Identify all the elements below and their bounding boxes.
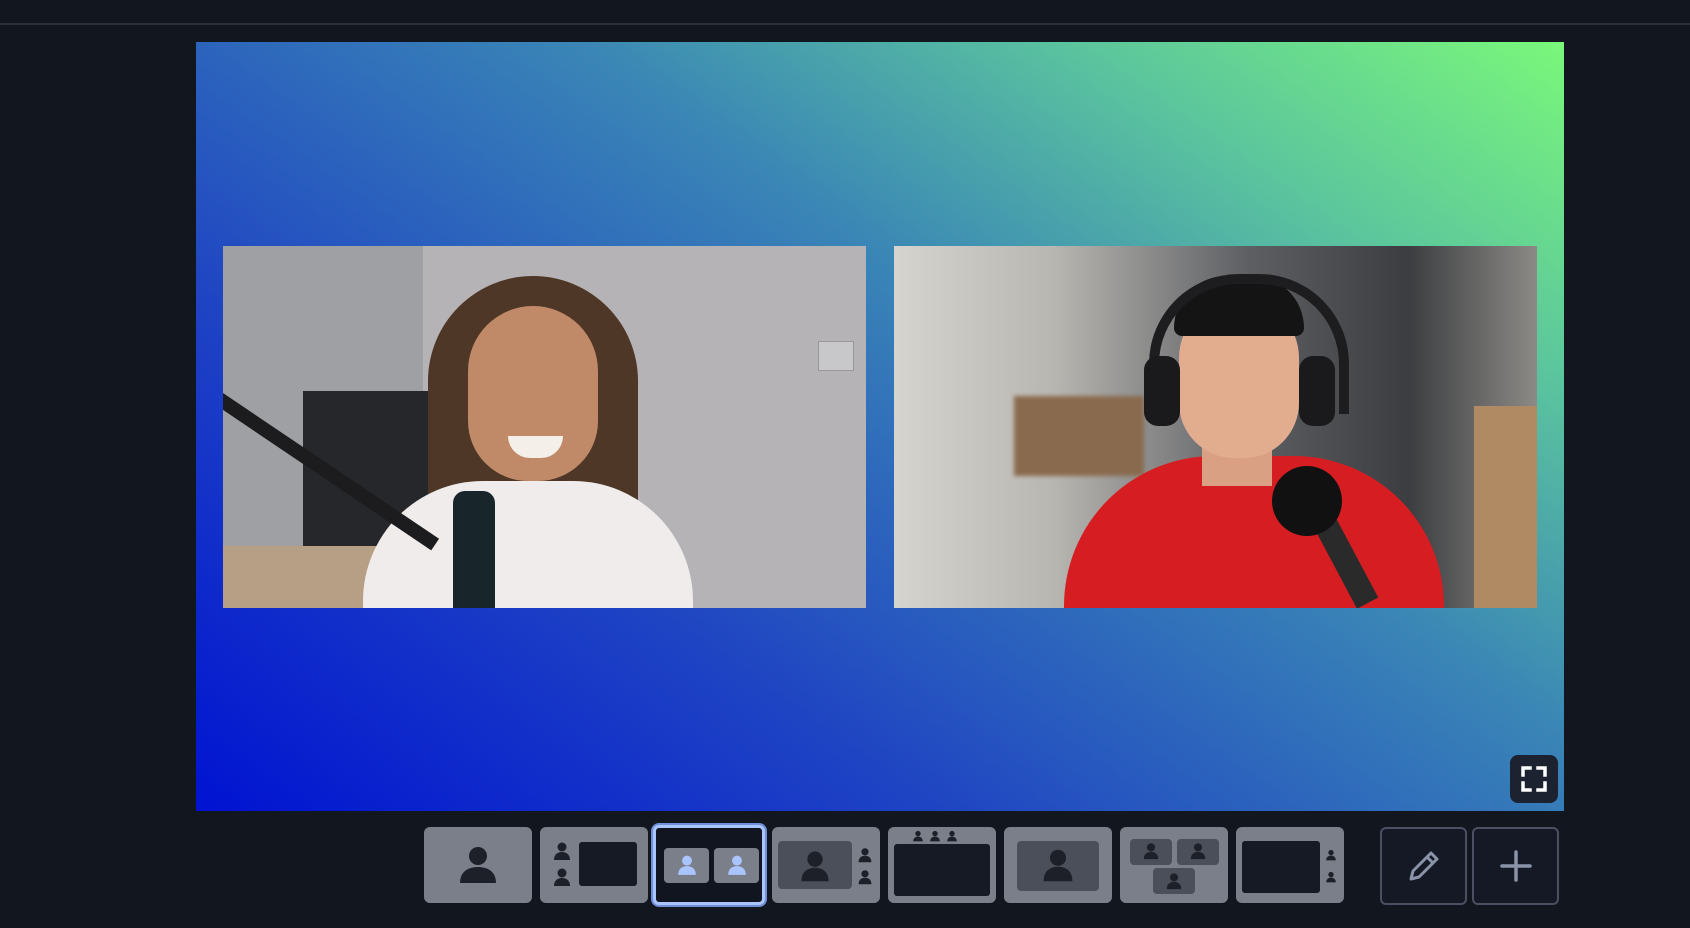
layout-screen-preview <box>579 842 637 886</box>
tile2-shelf <box>1014 396 1144 476</box>
layout-screen-preview <box>1242 841 1320 893</box>
person-icon <box>728 855 746 875</box>
person-icon <box>1143 843 1159 860</box>
layout-button-speaker-sidebar[interactable] <box>540 827 648 903</box>
person-icon <box>460 847 496 883</box>
person-icon <box>1043 849 1073 882</box>
add-layout-button[interactable] <box>1472 827 1559 905</box>
person-icon <box>858 870 872 885</box>
person-icon <box>554 868 570 886</box>
tile2-microphone <box>1272 466 1342 536</box>
layout-button-focus[interactable] <box>1004 827 1112 903</box>
layout-button-screen-thumbs-right[interactable] <box>1236 827 1344 903</box>
tile1-light-switch <box>818 341 854 371</box>
person-icon <box>801 851 829 882</box>
edit-layout-button[interactable] <box>1380 827 1467 905</box>
layout-button-focus-thumbs-right[interactable] <box>772 827 880 903</box>
person-icon <box>554 842 570 860</box>
fullscreen-icon <box>1521 766 1547 792</box>
person-icon <box>913 830 923 842</box>
pencil-icon <box>1409 851 1438 881</box>
person-icon <box>858 848 872 863</box>
person-icon <box>678 855 696 875</box>
person-icon <box>930 830 940 842</box>
layout-button-thumbs-top[interactable] <box>888 827 996 903</box>
person-icon <box>1326 849 1336 861</box>
layout-button-grid[interactable] <box>1120 827 1228 903</box>
participant-video-1[interactable] <box>223 246 866 608</box>
layout-button-side-by-side[interactable] <box>653 825 765 905</box>
tile2-headphone-left <box>1144 356 1180 426</box>
participant-video-2[interactable] <box>894 246 1537 608</box>
person-icon <box>1166 873 1182 890</box>
person-icon <box>1326 871 1336 883</box>
fullscreen-button[interactable] <box>1510 755 1558 803</box>
layout-screen-preview <box>894 844 990 896</box>
layout-button-solo[interactable] <box>424 827 532 903</box>
tile2-headphone-right <box>1299 356 1335 426</box>
plus-icon <box>1499 850 1532 882</box>
top-divider <box>0 23 1690 25</box>
tile1-microphone <box>453 491 495 608</box>
broadcast-stage <box>196 42 1564 811</box>
person-icon <box>1190 843 1206 860</box>
person-icon <box>947 830 957 842</box>
layout-toolbar <box>0 825 1690 907</box>
tile2-cabinet <box>1474 406 1537 608</box>
